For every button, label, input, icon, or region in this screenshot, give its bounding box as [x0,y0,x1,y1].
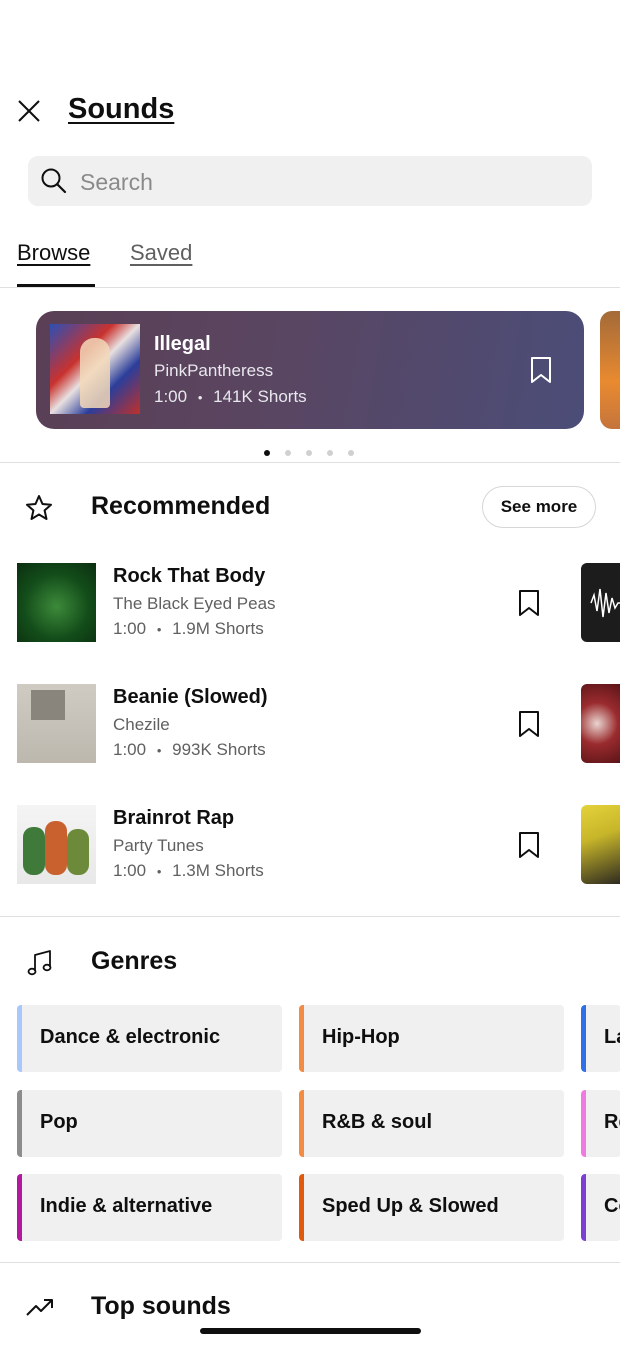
featured-shorts-count: 141K Shorts [213,387,307,406]
sound-meta: 1:00 • 993K Shorts [113,740,266,760]
genre-label: Pop [40,1111,78,1133]
close-icon[interactable] [14,96,44,126]
genre-label: Re [604,1111,620,1133]
album-art [17,563,96,642]
music-note-icon [27,950,52,976]
genre-label: Sped Up & Slowed [322,1195,499,1217]
sound-shorts-count: 1.3M Shorts [172,861,264,880]
top-sounds-title: Top sounds [91,1292,231,1320]
sound-artist: The Black Eyed Peas [113,594,276,613]
genre-chip[interactable]: Dance & electronic [17,1005,282,1072]
list-item[interactable]: Brainrot Rap Party Tunes 1:00 • 1.3M Sho… [0,805,620,885]
bookmark-icon[interactable] [517,831,541,859]
next-featured-card[interactable] [600,311,620,429]
sound-duration: 1:00 [113,740,147,759]
sound-title: Beanie (Slowed) [113,686,268,708]
recommended-title: Recommended [91,492,271,520]
header: Sounds [0,80,620,142]
soundwave-icon [590,588,620,618]
list-item[interactable]: Rock That Body The Black Eyed Peas 1:00 … [0,563,620,643]
divider [0,1262,620,1263]
genre-chip[interactable]: Indie & alternative [17,1174,282,1241]
album-art [50,324,140,414]
bookmark-icon[interactable] [517,589,541,617]
divider [0,287,620,288]
genre-chip[interactable]: Co [581,1174,620,1241]
featured-meta: 1:00 • 141K Shorts [154,387,307,407]
search-icon [41,168,67,194]
next-column-album-art[interactable] [581,563,620,642]
featured-duration: 1:00 [154,387,188,406]
genre-chip[interactable]: Re [581,1090,620,1157]
see-more-button[interactable]: See more [482,486,596,528]
genre-chip[interactable]: La [581,1005,620,1072]
sound-shorts-count: 1.9M Shorts [172,619,264,638]
genre-color-bar [581,1005,586,1072]
sound-shorts-count: 993K Shorts [172,740,266,759]
genre-color-bar [299,1174,304,1241]
search-input[interactable] [78,156,582,208]
pagination-dot [348,450,354,456]
genre-label: Co [604,1195,620,1217]
next-column-album-art[interactable] [581,684,620,763]
genre-color-bar [17,1174,22,1241]
tab-browse[interactable]: Browse [17,240,90,266]
genre-color-bar [17,1090,22,1157]
search-bar[interactable] [28,156,592,208]
genre-color-bar [299,1090,304,1157]
sound-meta: 1:00 • 1.9M Shorts [113,619,264,639]
tab-saved[interactable]: Saved [130,240,192,266]
sound-title: Brainrot Rap [113,807,235,829]
star-icon [26,495,52,520]
separator-dot: • [156,864,162,879]
separator-dot: • [156,622,162,637]
genre-chip[interactable]: Hip-Hop [299,1005,564,1072]
genre-label: Indie & alternative [40,1195,213,1217]
genre-chip[interactable]: Sped Up & Slowed [299,1174,564,1241]
page-title: Sounds [68,93,175,125]
album-art [17,684,96,763]
sound-title: Rock That Body [113,565,266,587]
pagination-dot [264,450,270,456]
sound-artist: Party Tunes [113,836,204,855]
genre-label: Dance & electronic [40,1026,221,1048]
divider [0,916,620,917]
sound-meta: 1:00 • 1.3M Shorts [113,861,264,881]
genre-label: Hip-Hop [322,1026,400,1048]
carousel-pagination [264,443,369,461]
genre-color-bar [581,1174,586,1241]
sound-artist: Chezile [113,715,170,734]
divider [0,462,620,463]
pagination-dot [306,450,312,456]
separator-dot: • [197,390,203,405]
separator-dot: • [156,743,162,758]
genre-chip[interactable]: Pop [17,1090,282,1157]
featured-artist: PinkPantheress [154,361,274,380]
pagination-dot [285,450,291,456]
sound-duration: 1:00 [113,861,147,880]
next-column-album-art[interactable] [581,805,620,884]
genre-color-bar [17,1005,22,1072]
genre-color-bar [299,1005,304,1072]
bookmark-icon[interactable] [517,710,541,738]
genres-title: Genres [91,947,178,975]
album-art [17,805,96,884]
genre-color-bar [581,1090,586,1157]
home-indicator [200,1328,421,1334]
trending-icon [26,1299,53,1316]
featured-sound-card[interactable]: Illegal PinkPantheress 1:00 • 141K Short… [36,311,584,429]
pagination-dot [327,450,333,456]
featured-title: Illegal [154,333,211,355]
genre-label: La [604,1026,620,1048]
sound-duration: 1:00 [113,619,147,638]
bookmark-icon[interactable] [528,356,554,384]
genre-chip[interactable]: R&B & soul [299,1090,564,1157]
list-item[interactable]: Beanie (Slowed) Chezile 1:00 • 993K Shor… [0,684,620,764]
genre-label: R&B & soul [322,1111,432,1133]
